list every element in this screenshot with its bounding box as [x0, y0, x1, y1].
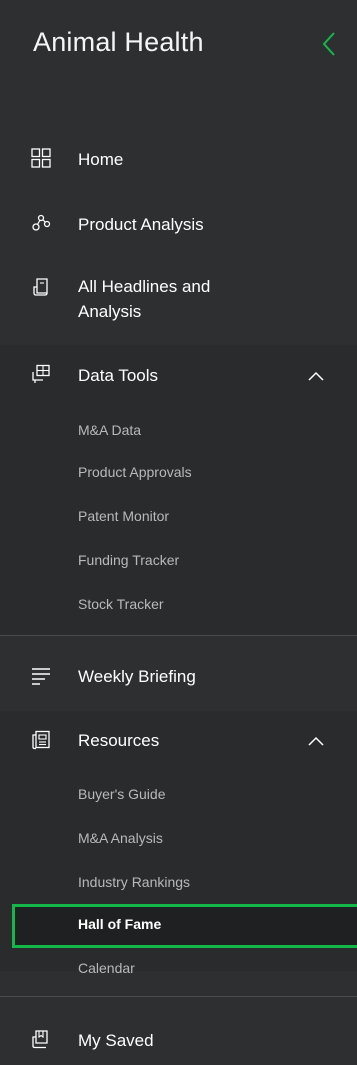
nav-label-weekly-briefing: Weekly Briefing	[78, 667, 196, 686]
data-tools-icon	[31, 364, 51, 384]
saved-icon	[31, 1029, 51, 1049]
resources-group-tail: Calendar	[0, 948, 357, 976]
divider	[0, 635, 357, 636]
sidebar: Animal Health Home Product Analysis All …	[0, 0, 357, 1065]
nav-label-my-saved: My Saved	[78, 1031, 154, 1050]
nav-item-weekly-briefing[interactable]: Weekly Briefing	[0, 663, 357, 691]
collapse-sidebar-button[interactable]	[320, 31, 340, 57]
chevron-up-icon[interactable]	[307, 735, 325, 747]
active-item-highlight	[12, 904, 357, 948]
briefing-icon	[31, 666, 51, 686]
sub-item-product-approvals[interactable]: Product Approvals	[78, 464, 192, 480]
sub-item-stock-tracker[interactable]: Stock Tracker	[78, 596, 164, 612]
sub-item-ma-analysis[interactable]: M&A Analysis	[78, 830, 163, 846]
sub-item-industry-rankings[interactable]: Industry Rankings	[78, 874, 190, 890]
sub-item-ma-data[interactable]: M&A Data	[78, 422, 141, 438]
sub-item-funding-tracker[interactable]: Funding Tracker	[78, 552, 179, 568]
sub-item-patent-monitor[interactable]: Patent Monitor	[78, 508, 169, 524]
nav-label-all-headlines-1: All Headlines and	[78, 277, 211, 296]
chevron-left-icon	[322, 32, 335, 56]
analysis-icon	[31, 213, 51, 233]
nav-item-resources[interactable]: Resources	[0, 727, 357, 755]
headlines-icon	[31, 277, 51, 297]
app-title: Animal Health	[33, 27, 204, 57]
nav-label-home: Home	[78, 150, 124, 169]
sub-item-hall-of-fame[interactable]: Hall of Fame	[78, 916, 161, 932]
nav-label-product-analysis: Product Analysis	[78, 215, 204, 234]
nav-item-product-analysis[interactable]: Product Analysis	[0, 211, 357, 239]
chevron-up-icon[interactable]	[307, 370, 325, 382]
divider	[0, 996, 357, 997]
nav-label-resources: Resources	[78, 731, 160, 750]
sub-item-calendar[interactable]: Calendar	[78, 960, 135, 976]
grid-icon	[31, 148, 51, 168]
nav-item-home[interactable]: Home	[0, 146, 357, 174]
nav-item-data-tools[interactable]: Data Tools	[0, 362, 357, 390]
nav-item-my-saved[interactable]: My Saved	[0, 1027, 357, 1055]
nav-label-data-tools: Data Tools	[78, 366, 159, 385]
sub-item-buyers-guide[interactable]: Buyer's Guide	[78, 786, 166, 802]
nav-label-all-headlines-2: Analysis	[78, 302, 142, 321]
nav-item-all-headlines[interactable]: All Headlines and Analysis	[0, 273, 357, 325]
sidebar-header: Animal Health	[0, 0, 357, 90]
resources-icon	[31, 730, 51, 750]
data-tools-group: Data Tools M&A Data Product Approvals Pa…	[0, 345, 357, 635]
